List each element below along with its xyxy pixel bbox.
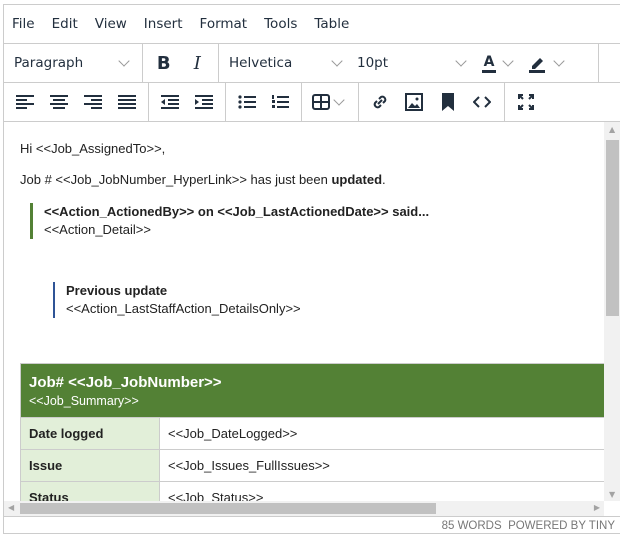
- job-number-title: Job# <<Job_JobNumber>>: [29, 373, 222, 391]
- row-label: Date logged: [20, 417, 160, 450]
- text-color-icon: A: [481, 54, 497, 73]
- update-bold-text: updated: [331, 172, 383, 187]
- action-blockquote: <<Action_ActionedBy>> on <<Job_LastActio…: [30, 203, 429, 239]
- scroll-left-arrow-icon[interactable]: ◀: [8, 503, 14, 512]
- row-label: Issue: [20, 449, 160, 482]
- chevron-down-icon: [553, 55, 565, 67]
- scroll-down-arrow-icon[interactable]: ▼: [609, 490, 615, 499]
- editor-content[interactable]: Hi <<Job_AssignedTo>>, Job # <<Job_JobNu…: [4, 122, 604, 501]
- table-row: Status <<Job_Status>>: [20, 481, 604, 501]
- menu-insert[interactable]: Insert: [144, 16, 183, 32]
- chevron-down-icon: [118, 55, 130, 67]
- bullet-list-icon[interactable]: [230, 87, 264, 117]
- menu-tools[interactable]: Tools: [264, 16, 297, 32]
- chevron-down-icon: [331, 55, 343, 67]
- powered-by-link[interactable]: POWERED BY TINY: [508, 520, 615, 532]
- job-table: Job# <<Job_JobNumber>> <<Job_Summary>> D…: [20, 363, 604, 501]
- toolbar-row-2: [4, 83, 620, 122]
- update-text: Job # <<Job_JobNumber_HyperLink>> has ju…: [20, 172, 332, 187]
- vertical-scrollbar[interactable]: ▲ ▼: [604, 122, 620, 501]
- align-center-icon[interactable]: [42, 87, 76, 117]
- row-label: Status: [20, 481, 160, 501]
- word-count[interactable]: 85 WORDS: [442, 520, 502, 532]
- job-summary: <<Job_Summary>>: [29, 393, 139, 408]
- menu-edit[interactable]: Edit: [52, 16, 78, 32]
- italic-button[interactable]: I: [181, 48, 215, 78]
- table-row: Date logged <<Job_DateLogged>>: [20, 417, 604, 450]
- menu-bar: File Edit View Insert Format Tools Table: [4, 5, 620, 44]
- fullscreen-icon[interactable]: [509, 87, 543, 117]
- menu-table[interactable]: Table: [314, 16, 349, 32]
- text-color-button[interactable]: A: [475, 48, 523, 78]
- numbered-list-icon[interactable]: [264, 87, 298, 117]
- row-value: <<Job_DateLogged>>: [159, 417, 604, 450]
- action-title: <<Action_ActionedBy>> on <<Job_LastActio…: [44, 204, 430, 219]
- row-value: <<Job_Status>>: [159, 481, 604, 501]
- font-size-select[interactable]: 10pt: [351, 48, 475, 78]
- horizontal-scroll-thumb[interactable]: [20, 503, 436, 514]
- outdent-icon[interactable]: [153, 87, 187, 117]
- align-left-icon[interactable]: [8, 87, 42, 117]
- font-size-value: 10pt: [357, 55, 389, 71]
- table-row: Issue <<Job_Issues_FullIssues>>: [20, 449, 604, 482]
- font-family-select[interactable]: Helvetica: [223, 48, 351, 78]
- chevron-down-icon: [332, 94, 345, 106]
- previous-update-title: Previous update: [66, 283, 168, 298]
- chevron-down-icon: [502, 55, 515, 67]
- rich-text-editor: File Edit View Insert Format Tools Table…: [3, 4, 620, 534]
- action-detail: <<Action_Detail>>: [44, 222, 151, 237]
- update-suffix: .: [382, 172, 386, 187]
- scroll-up-arrow-icon[interactable]: ▲: [609, 125, 615, 134]
- scroll-right-arrow-icon[interactable]: ▶: [594, 503, 600, 512]
- bold-button[interactable]: B: [147, 48, 181, 78]
- status-bar: 85 WORDS POWERED BY TINY: [4, 516, 620, 535]
- bookmark-icon[interactable]: [431, 87, 465, 117]
- table-button[interactable]: [306, 87, 352, 117]
- update-paragraph: Job # <<Job_JobNumber_HyperLink>> has ju…: [20, 172, 386, 187]
- menu-file[interactable]: File: [12, 16, 35, 32]
- chevron-down-icon: [455, 55, 467, 67]
- table-icon: [311, 94, 330, 110]
- align-justify-icon[interactable]: [110, 87, 144, 117]
- horizontal-scrollbar[interactable]: ◀ ▶: [4, 501, 604, 516]
- link-icon[interactable]: [363, 87, 397, 117]
- greeting-paragraph: Hi <<Job_AssignedTo>>,: [20, 141, 166, 156]
- menu-view[interactable]: View: [95, 16, 127, 32]
- highlight-color-button[interactable]: [523, 48, 571, 78]
- block-format-value: Paragraph: [14, 55, 84, 71]
- menu-format[interactable]: Format: [200, 16, 248, 32]
- previous-update-detail: <<Action_LastStaffAction_DetailsOnly>>: [66, 301, 301, 316]
- highlighter-icon: [529, 58, 545, 73]
- job-table-header: Job# <<Job_JobNumber>> <<Job_Summary>>: [20, 363, 604, 418]
- toolbar-row-1: Paragraph B I Helvetica 10pt A: [4, 44, 620, 83]
- align-right-icon[interactable]: [76, 87, 110, 117]
- image-icon[interactable]: [397, 87, 431, 117]
- previous-update-blockquote: Previous update <<Action_LastStaffAction…: [53, 282, 301, 318]
- vertical-scroll-thumb[interactable]: [606, 140, 619, 316]
- code-icon[interactable]: [465, 87, 499, 117]
- indent-icon[interactable]: [187, 87, 221, 117]
- block-format-select[interactable]: Paragraph: [8, 48, 138, 78]
- font-family-value: Helvetica: [229, 55, 293, 71]
- row-value: <<Job_Issues_FullIssues>>: [159, 449, 604, 482]
